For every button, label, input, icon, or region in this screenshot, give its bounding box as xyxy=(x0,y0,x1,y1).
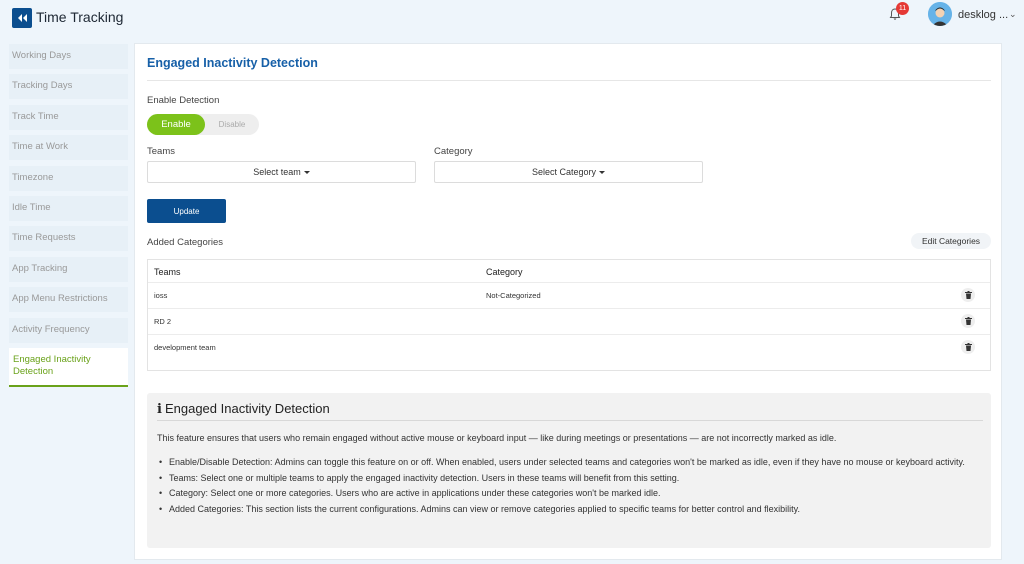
teams-label: Teams xyxy=(147,146,175,157)
row-category: Not-Categorized xyxy=(486,291,541,300)
row-team: RD 2 xyxy=(154,317,172,326)
delete-button[interactable] xyxy=(961,314,975,328)
sidebar-item-timezone[interactable]: Timezone xyxy=(9,165,128,191)
update-button[interactable]: Update xyxy=(147,199,226,223)
user-avatar-icon xyxy=(928,2,952,26)
sidebar-item-engaged-inactivity-detection[interactable]: Engaged Inactivity Detection xyxy=(9,347,128,387)
categories-table: Teams Category ioss Not-Categorized RD 2… xyxy=(147,259,991,371)
caret-down-icon xyxy=(599,170,606,174)
top-bar: Time Tracking 11 desklog ... ⌄ xyxy=(0,0,1024,40)
page-title: Engaged Inactivity Detection xyxy=(147,56,318,70)
info-divider xyxy=(157,420,983,421)
delete-button[interactable] xyxy=(961,340,975,354)
toggle-enable-option[interactable]: Enable xyxy=(147,114,205,135)
sidebar-item-tracking-days[interactable]: Tracking Days xyxy=(9,74,128,100)
enable-detection-toggle[interactable]: Enable Disable xyxy=(147,114,259,135)
back-button[interactable] xyxy=(12,8,32,28)
sidebar-item-idle-time[interactable]: Idle Time xyxy=(9,195,128,221)
caret-down-icon xyxy=(303,170,310,174)
edit-categories-button[interactable]: Edit Categories xyxy=(911,233,991,249)
list-item: Teams: Select one or multiple teams to a… xyxy=(157,471,983,487)
enable-detection-label: Enable Detection xyxy=(147,95,220,106)
notification-badge: 11 xyxy=(896,2,909,15)
double-chevron-left-icon xyxy=(18,14,27,22)
toggle-disable-option[interactable]: Disable xyxy=(205,114,259,135)
sidebar-item-app-tracking[interactable]: App Tracking xyxy=(9,256,128,282)
info-title-text: Engaged Inactivity Detection xyxy=(164,401,330,416)
sidebar-item-working-days[interactable]: Working Days xyxy=(9,44,128,69)
sidebar-item-activity-frequency[interactable]: Activity Frequency xyxy=(9,317,128,343)
sidebar-item-track-time[interactable]: Track Time xyxy=(9,104,128,130)
added-categories-label: Added Categories xyxy=(147,237,224,248)
trash-icon xyxy=(964,291,972,299)
settings-card: Engaged Inactivity Detection Enable Dete… xyxy=(134,43,1002,560)
category-label: Category xyxy=(434,146,473,157)
user-name[interactable]: desklog ... xyxy=(958,9,1008,21)
table-row: development team xyxy=(148,334,990,360)
team-select-value: Select team xyxy=(253,167,301,177)
sidebar-item-time-requests[interactable]: Time Requests xyxy=(9,226,128,252)
info-title: i Engaged Inactivity Detection xyxy=(157,401,330,417)
info-icon: i xyxy=(157,402,162,417)
team-select[interactable]: Select team xyxy=(147,161,416,183)
info-intro: This feature ensures that users who rema… xyxy=(157,433,837,443)
trash-icon xyxy=(964,343,972,351)
sidebar-item-app-menu-restrictions[interactable]: App Menu Restrictions xyxy=(9,287,128,313)
table-row: RD 2 xyxy=(148,308,990,334)
list-item: Added Categories: This section lists the… xyxy=(157,502,983,518)
app-title: Time Tracking xyxy=(36,9,124,25)
table-header-category: Category xyxy=(486,267,523,277)
table-header-teams: Teams xyxy=(154,267,181,277)
trash-icon xyxy=(964,317,972,325)
avatar[interactable] xyxy=(928,2,952,26)
delete-button[interactable] xyxy=(961,288,975,302)
category-select-value: Select Category xyxy=(531,167,597,177)
table-row: ioss Not-Categorized xyxy=(148,282,990,308)
list-item: Enable/Disable Detection: Admins can tog… xyxy=(157,455,983,471)
category-select[interactable]: Select Category xyxy=(434,161,703,183)
chevron-down-icon[interactable]: ⌄ xyxy=(1009,9,1017,20)
row-team: development team xyxy=(154,343,216,352)
list-item: Category: Select one or more categories.… xyxy=(157,486,983,502)
info-panel: i Engaged Inactivity Detection This featu… xyxy=(147,393,991,548)
settings-sidebar: Working Days Tracking Days Track Time Ti… xyxy=(9,44,128,392)
sidebar-item-time-at-work[interactable]: Time at Work xyxy=(9,135,128,161)
info-list: Enable/Disable Detection: Admins can tog… xyxy=(157,455,983,517)
title-divider xyxy=(147,80,991,81)
row-team: ioss xyxy=(154,291,168,300)
